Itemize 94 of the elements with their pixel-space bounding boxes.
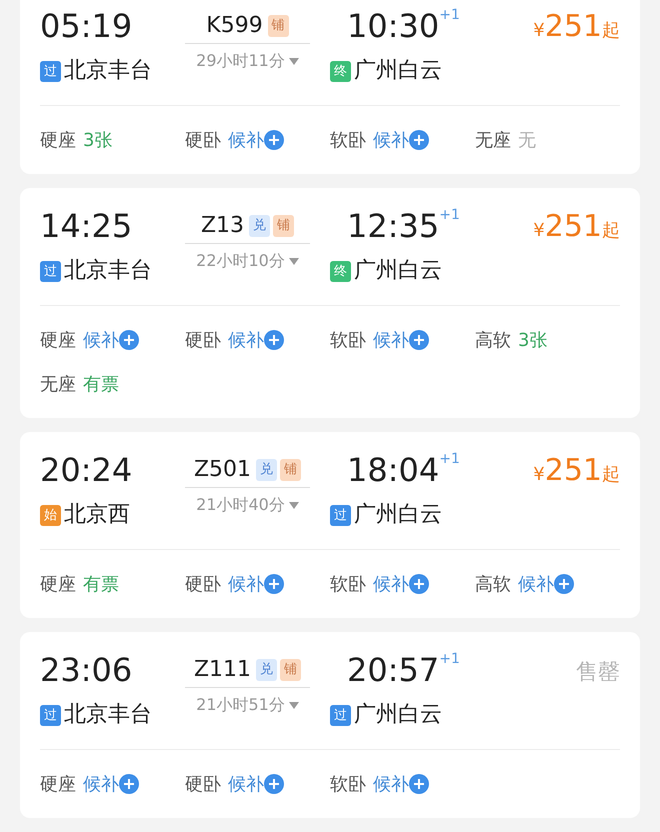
train-tag: 兑 (256, 458, 278, 480)
arrival-time: 10:30 (347, 8, 440, 44)
duration-dropdown[interactable]: 22小时10分 (196, 249, 299, 273)
departure-time: 05:19 (40, 8, 134, 44)
seat-availability: 3张 (83, 128, 112, 152)
price: ¥251起 (533, 12, 620, 44)
seat-type: 软卧 (330, 572, 366, 596)
station-badge: 终 (330, 260, 351, 282)
caret-icon (288, 702, 299, 708)
seat-availability[interactable]: 候补 (83, 326, 119, 354)
train-number: Z501 (194, 458, 252, 480)
departure-time: 23:06 (40, 652, 134, 688)
station-badge: 过 (40, 704, 61, 726)
seat-type: 硬座 (40, 128, 76, 152)
train-tag: 铺 (268, 14, 289, 36)
seat-availability[interactable]: 候补 (83, 770, 119, 798)
seat-type: 无座 (40, 372, 76, 396)
day-offset: +1 (439, 8, 460, 22)
station-name: 北京丰台 (64, 260, 152, 282)
caret-icon (288, 58, 299, 64)
caret-icon (288, 502, 299, 508)
add-icon[interactable] (119, 330, 139, 350)
seat-type: 软卧 (330, 128, 366, 152)
add-icon[interactable] (264, 574, 284, 594)
train-number: K599 (206, 14, 263, 36)
duration-dropdown[interactable]: 29小时11分 (196, 49, 299, 73)
arrival-time: 12:35 (347, 208, 440, 244)
seat-availability: 3张 (518, 328, 548, 352)
seat-type: 硬座 (40, 328, 76, 352)
seat-type: 硬座 (40, 572, 76, 596)
seat-type: 硬卧 (185, 772, 221, 796)
day-offset: +1 (439, 452, 460, 466)
seat-availability[interactable]: 候补 (373, 126, 409, 154)
train-tag: 铺 (273, 214, 294, 236)
seat-type: 高软 (475, 328, 511, 352)
station-name: 广州白云 (354, 504, 442, 526)
add-icon[interactable] (264, 130, 284, 150)
station-name: 广州白云 (354, 60, 442, 82)
arrival-time: 20:57 (347, 652, 440, 688)
seat-availability[interactable]: 候补 (373, 326, 409, 354)
add-icon[interactable] (409, 330, 429, 350)
seat-type: 软卧 (330, 772, 366, 796)
seat-availability: 无 (518, 128, 536, 152)
train-tag: 兑 (256, 658, 278, 680)
price: ¥251起 (533, 212, 620, 244)
seat-type: 高软 (475, 572, 511, 596)
seat-type: 硬卧 (185, 572, 221, 596)
station-badge: 终 (330, 60, 351, 82)
add-icon[interactable] (264, 774, 284, 794)
add-icon[interactable] (409, 130, 429, 150)
station-name: 广州白云 (354, 260, 442, 282)
seat-type: 软卧 (330, 328, 366, 352)
seat-type: 硬卧 (185, 328, 221, 352)
seat-availability: 有票 (83, 372, 119, 396)
seat-availability[interactable]: 候补 (373, 770, 409, 798)
price: ¥251起 (533, 456, 620, 488)
station-name: 北京丰台 (64, 704, 152, 726)
seat-availability[interactable]: 候补 (228, 126, 264, 154)
seat-availability: 有票 (83, 572, 119, 596)
departure-time: 14:25 (40, 208, 134, 244)
caret-icon (288, 258, 299, 264)
train-number: Z111 (194, 658, 252, 680)
station-name: 北京西 (64, 504, 130, 526)
seat-availability[interactable]: 候补 (228, 326, 264, 354)
seat-type: 无座 (475, 128, 511, 152)
train-tag: 铺 (280, 458, 302, 480)
duration-dropdown[interactable]: 21小时40分 (196, 493, 299, 517)
add-icon[interactable] (119, 774, 139, 794)
station-badge: 过 (40, 260, 61, 282)
train-tag: 铺 (280, 658, 302, 680)
add-icon[interactable] (409, 574, 429, 594)
station-badge: 过 (40, 60, 61, 82)
train-number: Z13 (200, 214, 244, 236)
seat-availability[interactable]: 候补 (228, 770, 264, 798)
train-tag: 兑 (249, 214, 270, 236)
arrival-time: 18:04 (347, 452, 440, 488)
station-badge: 过 (330, 704, 351, 726)
departure-time: 20:24 (40, 452, 134, 488)
seat-availability[interactable]: 候补 (373, 570, 409, 598)
seat-availability[interactable]: 候补 (228, 570, 264, 598)
duration-dropdown[interactable]: 21小时51分 (196, 693, 299, 717)
add-icon[interactable] (554, 574, 574, 594)
day-offset: +1 (439, 652, 460, 666)
station-name: 北京丰台 (64, 60, 152, 82)
day-offset: +1 (439, 208, 460, 222)
seat-type: 硬座 (40, 772, 76, 796)
sold-out-status: 售罄 (576, 659, 620, 687)
station-badge: 过 (330, 504, 351, 526)
station-name: 广州白云 (354, 704, 442, 726)
add-icon[interactable] (264, 330, 284, 350)
seat-availability[interactable]: 候补 (518, 570, 554, 598)
station-badge: 始 (40, 504, 61, 526)
add-icon[interactable] (409, 774, 429, 794)
seat-type: 硬卧 (185, 128, 221, 152)
